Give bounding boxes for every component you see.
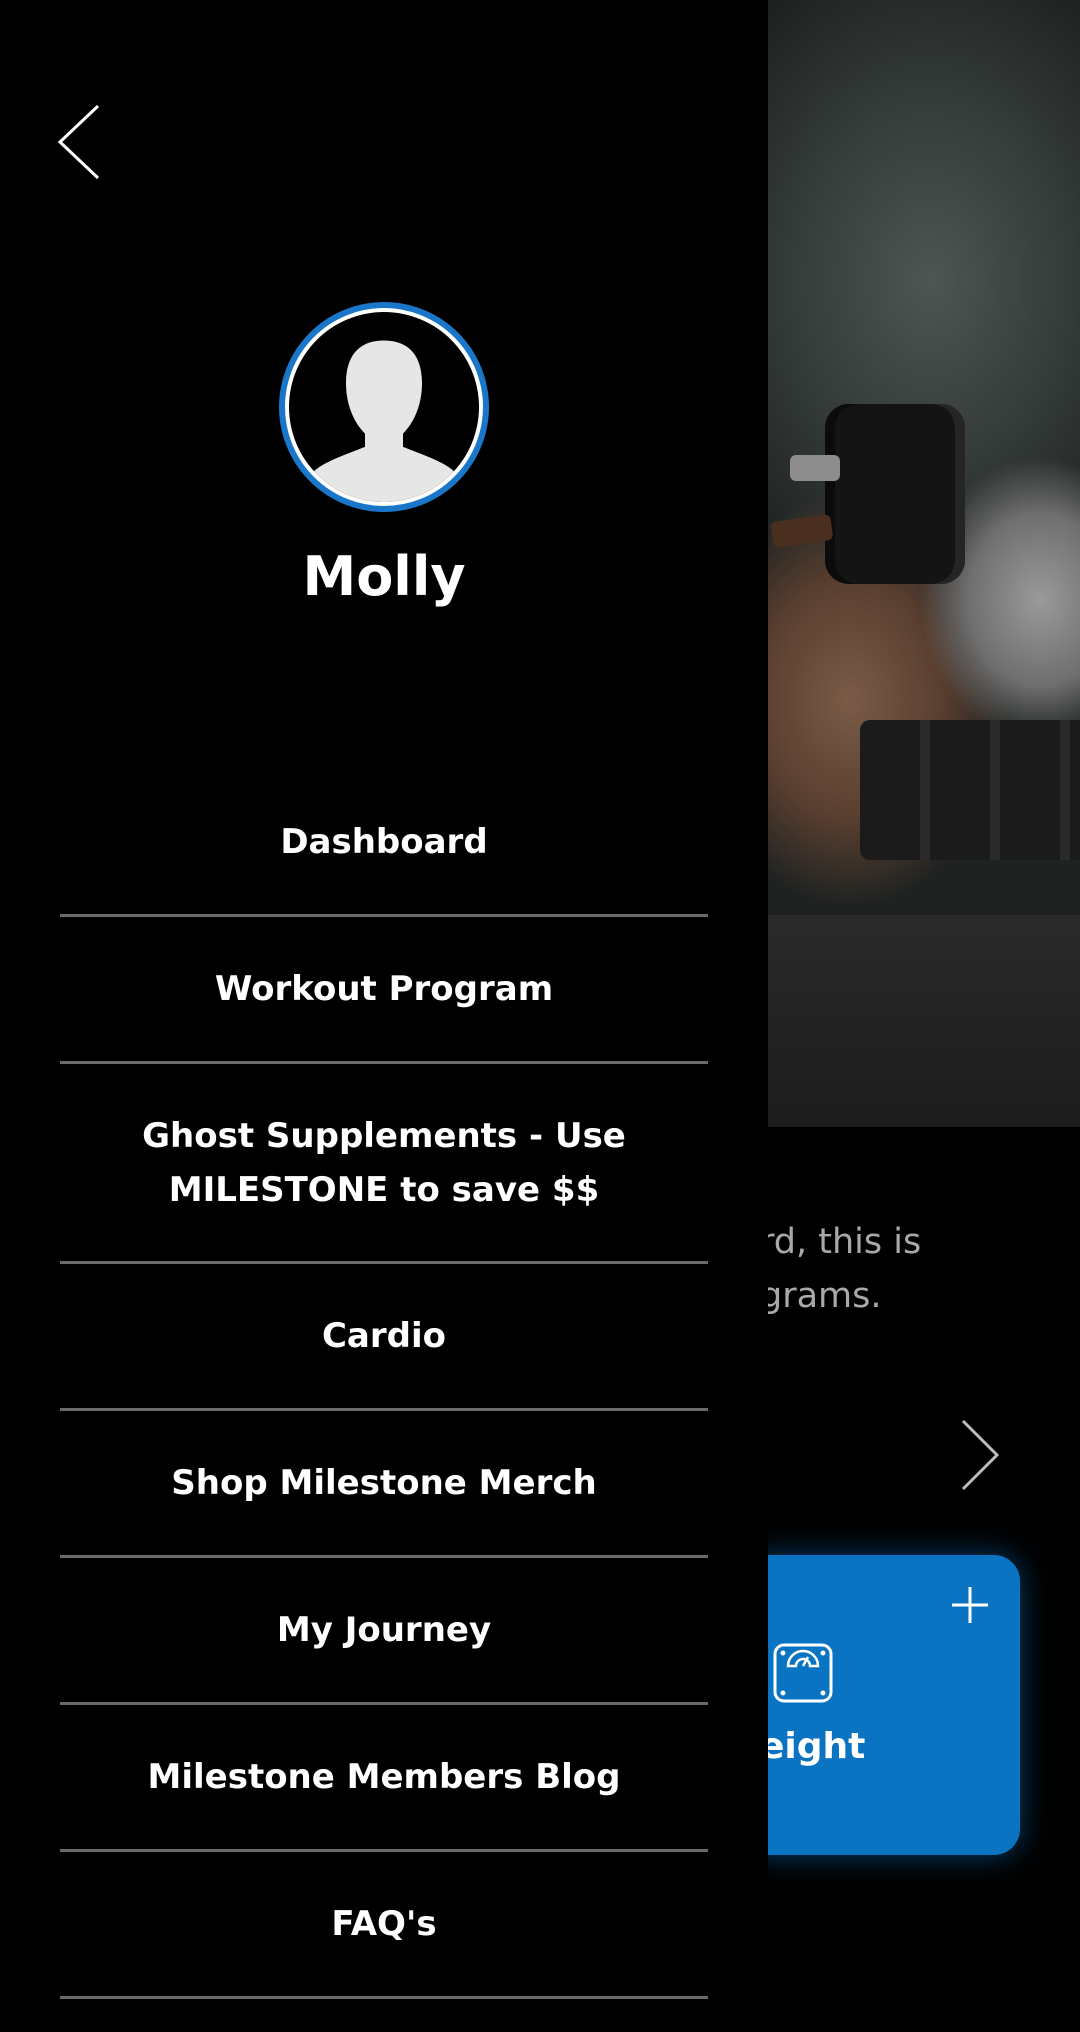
menu-item-label: FAQ's <box>331 1904 437 1944</box>
user-silhouette-icon <box>313 340 455 502</box>
scale-icon <box>773 1643 833 1703</box>
menu-item-members-blog[interactable]: Milestone Members Blog <box>60 1705 708 1852</box>
hero-dumbbell-handle <box>790 455 840 481</box>
avatar-background <box>289 312 479 502</box>
menu-item-dashboard[interactable]: Dashboard <box>60 770 708 917</box>
user-name: Molly <box>302 545 466 608</box>
plus-icon[interactable] <box>950 1585 990 1625</box>
hero-dumbbell <box>825 404 965 584</box>
menu-item-label: My Journey <box>276 1610 492 1650</box>
drawer-menu: Dashboard Workout Program Ghost Suppleme… <box>60 770 708 1999</box>
navigation-drawer: Molly Dashboard Workout Program Ghost Su… <box>0 0 768 2032</box>
menu-item-label: Ghost Supplements - Use MILESTONE to sav… <box>142 1115 626 1210</box>
chevron-left-icon[interactable] <box>52 100 112 185</box>
menu-item-label: Workout Program <box>214 969 554 1009</box>
menu-item-label: Milestone Members Blog <box>147 1757 621 1797</box>
menu-item-faqs[interactable]: FAQ's <box>60 1852 708 1999</box>
menu-item-workout-program[interactable]: Workout Program <box>60 917 708 1064</box>
menu-item-my-journey[interactable]: My Journey <box>60 1558 708 1705</box>
chevron-right-icon[interactable] <box>955 1415 1005 1495</box>
menu-item-ghost-supplements[interactable]: Ghost Supplements - Use MILESTONE to sav… <box>60 1064 708 1264</box>
menu-item-cardio[interactable]: Cardio <box>60 1264 708 1411</box>
menu-item-label: Dashboard <box>280 822 488 862</box>
intro-text: rd, this is grams. <box>760 1222 922 1316</box>
avatar[interactable] <box>279 302 489 512</box>
menu-item-label: Shop Milestone Merch <box>171 1463 597 1503</box>
menu-item-label: Cardio <box>321 1316 446 1356</box>
menu-item-shop-merch[interactable]: Shop Milestone Merch <box>60 1411 708 1558</box>
hero-dumbbell-rack <box>860 720 1080 860</box>
hero-shorts <box>768 915 1080 1127</box>
weight-card-label: eight <box>760 1726 866 1767</box>
screen: rd, this is grams. eight Molly Dashboard… <box>0 0 1080 2032</box>
